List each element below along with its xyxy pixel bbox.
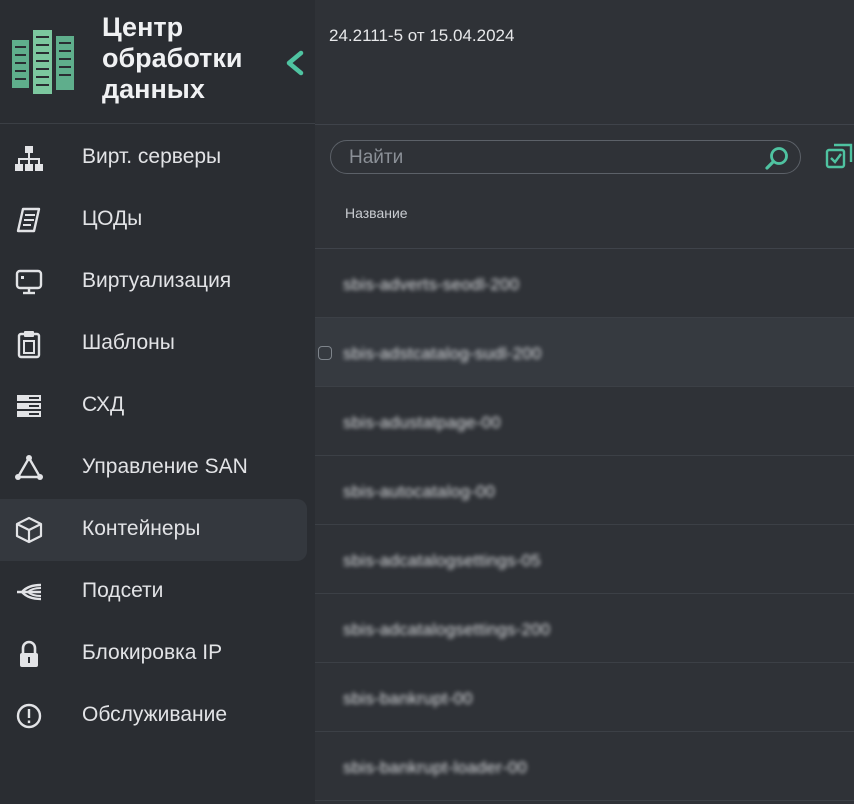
sidebar-item-label: Блокировка IP: [82, 641, 223, 664]
sidebar-nav: Вирт. серверы ЦОДы Виртуализация Шаблоны…: [0, 127, 315, 747]
network-icon: [15, 146, 43, 171]
sidebar-item-label: Виртуализация: [82, 269, 232, 292]
table-row[interactable]: sbis-adstcatalog-sudl-200: [315, 318, 854, 387]
row-name: sbis-adcatalogsettings-200: [343, 620, 551, 639]
sidebar-item-label: Вирт. серверы: [82, 145, 222, 168]
sidebar-item-storage[interactable]: СХД: [0, 375, 315, 437]
search-box: [330, 140, 801, 174]
server-rack-icon: [12, 30, 74, 94]
sidebar-item-containers[interactable]: Контейнеры: [0, 499, 307, 561]
table-row[interactable]: sbis-bankrupt-00: [315, 663, 854, 732]
table-row[interactable]: sbis-adustatpage-00: [315, 387, 854, 456]
chevron-left-icon[interactable]: [282, 48, 308, 78]
table-row[interactable]: sbis-autocatalog-00: [315, 456, 854, 525]
cube-icon: [15, 516, 43, 544]
brand-header: Центр обработки данных: [0, 0, 315, 124]
search-icon[interactable]: [764, 145, 790, 171]
storage-icon: [17, 395, 41, 417]
sidebar-item-label: Контейнеры: [82, 517, 201, 540]
sidebar-item-label: Обслуживание: [82, 703, 228, 726]
sidebar: Центр обработки данных Вирт. серверы ЦОД…: [0, 0, 315, 804]
column-header-name[interactable]: Название: [345, 205, 408, 221]
row-name: sbis-adverts-seodl-200: [343, 275, 520, 294]
app-title: Центр обработки данных: [102, 12, 282, 105]
lock-icon: [20, 640, 38, 667]
alert-circle-icon: [16, 703, 42, 729]
table-row[interactable]: sbis-bankrupt-loader-00: [315, 732, 854, 801]
version-label: 24.2111-5 от 15.04.2024: [329, 26, 515, 45]
monitor-icon: [15, 269, 43, 295]
triangle-nodes-icon: [15, 455, 43, 480]
clipboard-icon: [17, 331, 41, 359]
row-name: sbis-adcatalogsettings-05: [343, 551, 541, 570]
subnet-icon: [17, 583, 42, 601]
sidebar-item-san-management[interactable]: Управление SAN: [0, 437, 315, 499]
sidebar-item-label: ЦОДы: [82, 207, 143, 230]
app-title-line: данных: [102, 74, 205, 104]
search-input[interactable]: [347, 145, 751, 171]
sidebar-item-label: Управление SAN: [82, 455, 248, 478]
row-name: sbis-bankrupt-00: [343, 689, 473, 708]
row-name: sbis-autocatalog-00: [343, 482, 496, 501]
container-list: sbis-adverts-seodl-200 sbis-adstcatalog-…: [315, 249, 854, 801]
table-row[interactable]: sbis-adcatalogsettings-200: [315, 594, 854, 663]
sidebar-item-label: Подсети: [82, 579, 164, 602]
sidebar-item-label: СХД: [82, 393, 125, 416]
app-title-line: Центр: [102, 12, 184, 42]
table-row[interactable]: sbis-adcatalogsettings-05: [315, 525, 854, 594]
sidebar-item-data-centers[interactable]: ЦОДы: [0, 189, 315, 251]
row-name: sbis-adustatpage-00: [343, 413, 501, 432]
main-header: 24.2111-5 от 15.04.2024: [315, 0, 854, 125]
row-checkbox[interactable]: [318, 346, 332, 360]
sidebar-item-templates[interactable]: Шаблоны: [0, 313, 315, 375]
table-row[interactable]: sbis-adverts-seodl-200: [315, 249, 854, 318]
row-name: sbis-bankrupt-loader-00: [343, 758, 528, 777]
sidebar-item-subnets[interactable]: Подсети: [0, 561, 315, 623]
sidebar-item-virtualization[interactable]: Виртуализация: [0, 251, 315, 313]
multi-select-icon[interactable]: [825, 141, 854, 171]
sidebar-item-maintenance[interactable]: Обслуживание: [0, 685, 315, 747]
scroll-icon: [16, 207, 41, 233]
app-title-line: обработки: [102, 43, 243, 73]
sidebar-item-virtual-servers[interactable]: Вирт. серверы: [0, 127, 315, 189]
sidebar-item-ip-blocking[interactable]: Блокировка IP: [0, 623, 315, 685]
main-panel: 24.2111-5 от 15.04.2024 Название sbis-ad…: [315, 0, 854, 804]
sidebar-item-label: Шаблоны: [82, 331, 175, 354]
row-name: sbis-adstcatalog-sudl-200: [343, 344, 542, 363]
